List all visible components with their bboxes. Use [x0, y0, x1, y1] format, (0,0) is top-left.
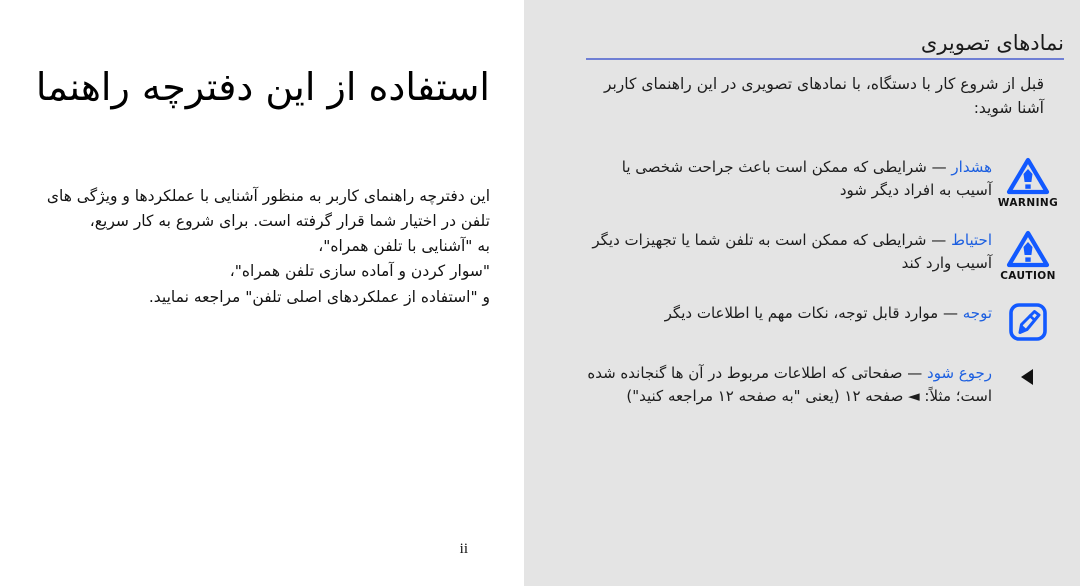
page-title: نمادهای تصویری [920, 31, 1064, 55]
note-icon-cell [992, 300, 1064, 342]
list-item: رجوع شود — صفحاتی که اطلاعات مربوط در آن… [586, 360, 1064, 407]
note-description: موارد قابل توجه، نکات مهم یا اطلاعات دیگ… [664, 304, 939, 323]
warning-dash: — [931, 158, 947, 177]
intro-paragraph: قبل از شروع کار با دستگاه، با نمادهای تص… [603, 75, 1044, 118]
title-underline-rule [586, 58, 1064, 61]
caution-icon-label: CAUTION [1000, 270, 1056, 283]
warning-keyword: هشدار [951, 158, 992, 177]
left-page-content: نمادهای تصویری قبل از شروع کار با دستگاه… [586, 30, 1064, 425]
warning-row-text: هشدار — شرایطی که ممکن است باعث جراحت شخ… [586, 154, 992, 201]
right-page-content: استفاده از این دفترچه راهنما این دفترچه … [32, 62, 490, 310]
warning-icon-label: WARNING [997, 197, 1059, 210]
list-item: CAUTION احتیاط — شرایطی که ممکن است به ت… [586, 227, 1064, 282]
list-item: WARNING هشدار — شرایطی که ممکن است باعث … [586, 154, 1064, 209]
refer-icon-cell [992, 360, 1064, 388]
note-pen-icon [1009, 303, 1047, 342]
body-line-1: این دفترچه راهنمای کاربر به منظور آشنایی… [46, 187, 490, 231]
caution-dash: — [931, 231, 947, 250]
right-page: استفاده از این دفترچه راهنما این دفترچه … [0, 0, 524, 586]
caution-icon-cell: CAUTION [992, 227, 1064, 282]
page-number: ii [459, 541, 468, 557]
caution-row-text: احتیاط — شرایطی که ممکن است به تلفن شما … [586, 227, 992, 274]
caution-triangle-icon [1006, 231, 1050, 268]
note-row-text: توجه — موارد قابل توجه، نکات مهم یا اطلا… [586, 300, 992, 325]
chapter-title: استفاده از این دفترچه راهنما [35, 65, 490, 109]
book-spread: نمادهای تصویری قبل از شروع کار با دستگاه… [0, 0, 1080, 586]
list-item: توجه — موارد قابل توجه، نکات مهم یا اطلا… [586, 300, 1064, 342]
icon-legend-list: WARNING هشدار — شرایطی که ممکن است باعث … [586, 154, 1064, 407]
warning-triangle-icon [1006, 158, 1050, 195]
body-line-3: "سوار کردن و آماده سازی تلفن همراه"، [229, 262, 490, 281]
body-line-4: و "استفاده از عملکردهای اصلی تلفن" مراجع… [148, 287, 490, 306]
caution-keyword: احتیاط [951, 231, 992, 250]
refer-keyword: رجوع شود [927, 364, 992, 383]
chapter-intro-body: این دفترچه راهنمای کاربر به منظور آشنایی… [32, 184, 490, 310]
note-keyword: توجه [962, 304, 992, 323]
left-page: نمادهای تصویری قبل از شروع کار با دستگاه… [524, 0, 1080, 586]
body-line-2: به "آشنایی با تلفن همراه"، [318, 237, 490, 256]
refer-dash: — [907, 364, 923, 383]
note-dash: — [942, 304, 958, 323]
warning-icon-cell: WARNING [992, 154, 1064, 209]
refer-row-text: رجوع شود — صفحاتی که اطلاعات مربوط در آن… [586, 360, 992, 407]
left-triangle-arrow-icon [1021, 369, 1033, 386]
